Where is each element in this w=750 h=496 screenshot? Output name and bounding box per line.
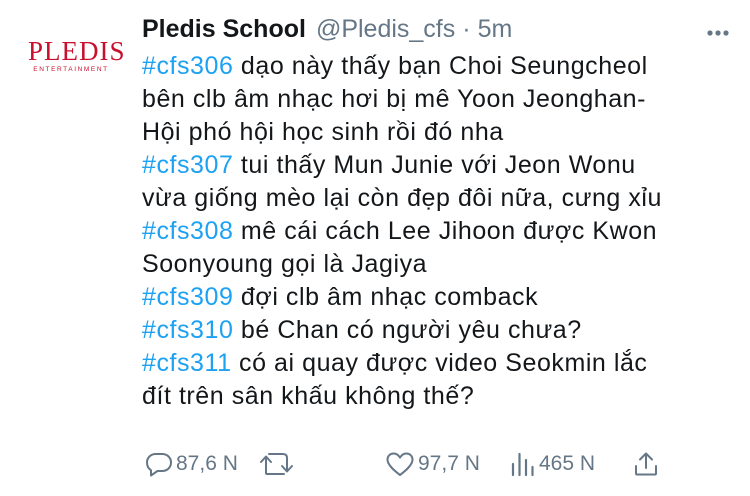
- tweet-line: đít trên sân khấu không thế?: [142, 380, 730, 413]
- tweet-line: #cfs306 dạo này thấy bạn Choi Seungcheol: [142, 50, 730, 83]
- views-count: 465 N: [539, 452, 596, 475]
- tweet-line-text: bé Chan có người yêu chưa?: [233, 316, 582, 344]
- tweet-line: #cfs309 đợi clb âm nhạc comback: [142, 281, 730, 314]
- tweet-line-text: tui thấy Mun Junie với Jeon Wonu: [233, 151, 636, 179]
- tweet-line: #cfs308 mê cái cách Lee Jihoon được Kwon: [142, 215, 730, 248]
- heart-icon: [385, 451, 415, 477]
- share-icon: [633, 451, 659, 477]
- tweet-text: #cfs306 dạo này thấy bạn Choi Seungcheol…: [142, 50, 730, 413]
- tweet-line: bên clb âm nhạc hơi bị mê Yoon Jeonghan-: [142, 83, 730, 116]
- tweet-line-text: dạo này thấy bạn Choi Seungcheol: [233, 52, 648, 80]
- like-button[interactable]: 97,7 N: [385, 451, 480, 477]
- tweet: Pledis School @Pledis_cfs · 5m #cfs306 d…: [142, 10, 730, 413]
- avatar[interactable]: PLEDIS ENTERTAINMENT: [28, 36, 126, 88]
- reply-button[interactable]: 87,6 N: [145, 451, 238, 477]
- hashtag-link[interactable]: #cfs308: [142, 217, 233, 245]
- retweet-icon: [258, 451, 296, 477]
- tweet-line-text: bên clb âm nhạc hơi bị mê Yoon Jeonghan-: [142, 85, 647, 113]
- display-name[interactable]: Pledis School: [142, 10, 306, 48]
- like-count: 97,7 N: [418, 452, 480, 475]
- tweet-line-text: đít trên sân khấu không thế?: [142, 382, 475, 410]
- tweet-line: Soonyoung gọi là Jagiya: [142, 248, 730, 281]
- user-handle[interactable]: @Pledis_cfs: [316, 10, 455, 48]
- tweet-line: Hội phó hội học sinh rồi đó nha: [142, 116, 730, 149]
- retweet-button[interactable]: [258, 451, 296, 477]
- more-dots-icon[interactable]: [704, 22, 732, 44]
- tweet-line-text: Soonyoung gọi là Jagiya: [142, 250, 428, 278]
- views-button[interactable]: 465 N: [510, 451, 595, 477]
- tweet-line-text: đợi clb âm nhạc comback: [233, 283, 539, 311]
- hashtag-link[interactable]: #cfs309: [142, 283, 233, 311]
- tweet-line: #cfs311 có ai quay được video Seokmin lắ…: [142, 347, 730, 380]
- tweet-line: vừa giống mèo lại còn đẹp đôi nữa, cưng …: [142, 182, 730, 215]
- hashtag-link[interactable]: #cfs306: [142, 52, 233, 80]
- reply-bubble-icon: [145, 451, 173, 477]
- hashtag-link[interactable]: #cfs307: [142, 151, 233, 179]
- tweet-actions: 87,6 N 97,7 N 465 N: [0, 451, 750, 477]
- tweet-line-text: có ai quay được video Seokmin lắc: [231, 349, 648, 377]
- avatar-subtext: ENTERTAINMENT: [33, 66, 109, 73]
- header-separator: ·: [462, 15, 471, 43]
- tweet-header: Pledis School @Pledis_cfs · 5m: [142, 10, 730, 48]
- avatar-brand-text: PLEDIS: [28, 36, 126, 66]
- views-bars-icon: [510, 451, 536, 477]
- tweet-line-text: vừa giống mèo lại còn đẹp đôi nữa, cưng …: [142, 184, 662, 212]
- tweet-line-text: Hội phó hội học sinh rồi đó nha: [142, 118, 504, 146]
- tweet-line: #cfs310 bé Chan có người yêu chưa?: [142, 314, 730, 347]
- hashtag-link[interactable]: #cfs311: [142, 349, 232, 377]
- reply-count: 87,6 N: [176, 452, 238, 475]
- tweet-line: #cfs307 tui thấy Mun Junie với Jeon Wonu: [142, 149, 730, 182]
- share-button[interactable]: [633, 451, 659, 477]
- tweet-line-text: mê cái cách Lee Jihoon được Kwon: [233, 217, 658, 245]
- hashtag-link[interactable]: #cfs310: [142, 316, 233, 344]
- tweet-timestamp[interactable]: 5m: [478, 10, 513, 48]
